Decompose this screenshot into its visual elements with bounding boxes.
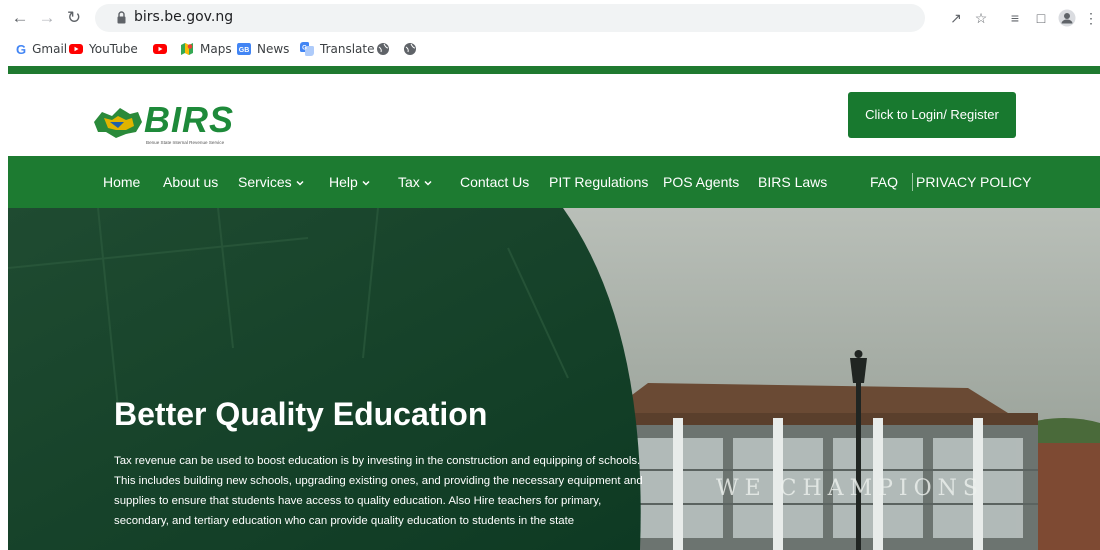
- url-text[interactable]: birs.be.gov.ng: [134, 9, 233, 25]
- nav-home[interactable]: Home: [103, 156, 140, 208]
- main-navigation: Home About us Services Help Tax Contact …: [8, 156, 1100, 208]
- chevron-down-icon: [424, 181, 432, 186]
- svg-text:GB: GB: [239, 47, 250, 54]
- bookmark-news[interactable]: GB News: [237, 40, 289, 58]
- youtube-icon: [153, 44, 167, 54]
- bookmark-translate[interactable]: G Translate: [300, 40, 375, 58]
- profile-avatar-icon[interactable]: [1058, 9, 1076, 27]
- globe-icon: [404, 43, 416, 55]
- google-icon: G: [16, 41, 27, 57]
- browser-toolbar: ← → ↻ birs.be.gov.ng ↗ ☆ ≡ □ ⋮: [0, 0, 1100, 36]
- news-icon: GB: [237, 43, 251, 55]
- svg-text:BIRS: BIRS: [144, 99, 234, 140]
- bookmark-globe-1[interactable]: [376, 40, 396, 58]
- building-sign-text: WE CHAMPIONS: [716, 476, 984, 501]
- logo-emblem-icon: [94, 108, 142, 138]
- menu-dots-icon[interactable]: ⋮: [1084, 9, 1098, 27]
- svg-text:G: G: [302, 46, 307, 52]
- hero-description: Tax revenue can be used to boost educati…: [114, 455, 643, 527]
- hero-title: Better Quality Education: [114, 396, 488, 432]
- nav-divider: [912, 173, 913, 191]
- nav-faq[interactable]: FAQ: [870, 156, 898, 208]
- side-panel-icon[interactable]: □: [1032, 9, 1050, 27]
- chevron-down-icon: [296, 181, 304, 186]
- nav-about-us[interactable]: About us: [163, 156, 218, 208]
- translate-icon: G: [300, 42, 314, 56]
- login-register-button[interactable]: Click to Login/ Register: [848, 92, 1016, 138]
- lock-icon[interactable]: [117, 11, 126, 24]
- bookmarks-bar: G Gmail YouTube Maps GB News G Translate: [0, 36, 1100, 62]
- nav-services[interactable]: Services: [238, 156, 304, 208]
- bookmark-label: Maps: [200, 42, 232, 56]
- youtube-icon: [69, 44, 83, 54]
- maps-icon: [181, 43, 193, 55]
- reload-icon[interactable]: ↻: [64, 8, 84, 28]
- share-icon[interactable]: ↗: [947, 9, 965, 27]
- bookmark-label: News: [257, 42, 290, 56]
- bookmark-maps[interactable]: Maps: [180, 40, 232, 58]
- nav-help[interactable]: Help: [329, 156, 370, 208]
- nav-privacy-policy[interactable]: PRIVACY POLICY: [916, 156, 1031, 208]
- forward-arrow-icon[interactable]: →: [37, 8, 57, 28]
- bookmark-globe-2[interactable]: [403, 40, 423, 58]
- bookmark-youtube-2[interactable]: [153, 40, 173, 58]
- svg-text:Benue State Internal Revenue S: Benue State Internal Revenue Service: [146, 140, 225, 145]
- reading-list-icon[interactable]: ≡: [1006, 9, 1024, 27]
- bookmark-youtube[interactable]: YouTube: [69, 40, 138, 58]
- bookmark-gmail[interactable]: G Gmail: [16, 40, 67, 58]
- birs-logo[interactable]: BIRS Benue State Internal Revenue Servic…: [90, 92, 240, 152]
- bookmark-label: Translate: [320, 42, 375, 56]
- bookmark-label: Gmail: [32, 42, 68, 56]
- nav-tax[interactable]: Tax: [398, 156, 432, 208]
- nav-tax-label: Tax: [398, 174, 420, 190]
- top-accent-stripe: [8, 66, 1100, 74]
- nav-pit-regulations[interactable]: PIT Regulations: [549, 156, 648, 208]
- globe-icon: [377, 43, 389, 55]
- bookmark-label: YouTube: [89, 42, 138, 56]
- hero-banner: WE CHAMPIONS Better Quality Education Ta…: [8, 208, 1100, 550]
- nav-services-label: Services: [238, 174, 292, 190]
- nav-contact-us[interactable]: Contact Us: [460, 156, 529, 208]
- nav-pos-agents[interactable]: POS Agents: [663, 156, 739, 208]
- chevron-down-icon: [362, 181, 370, 186]
- star-icon[interactable]: ☆: [972, 9, 990, 27]
- back-arrow-icon[interactable]: ←: [10, 8, 30, 28]
- nav-birs-laws[interactable]: BIRS Laws: [758, 156, 827, 208]
- nav-help-label: Help: [329, 174, 358, 190]
